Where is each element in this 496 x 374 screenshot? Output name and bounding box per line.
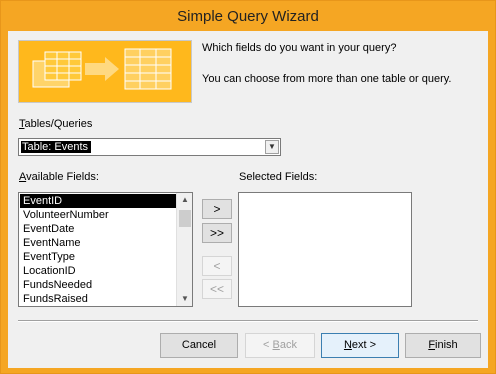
available-fields-scrollbar[interactable]: ▲ ▼ xyxy=(176,193,192,306)
window-title: Simple Query Wizard xyxy=(177,8,319,25)
available-fields-list[interactable]: EventID VolunteerNumber EventDate EventName… xyxy=(18,192,193,307)
next-button[interactable]: Next > xyxy=(321,333,399,358)
wizard-banner-illustration xyxy=(18,40,192,103)
add-field-button[interactable]: > xyxy=(202,199,232,219)
wizard-window: Simple Query Wizard Which fields do you … xyxy=(0,0,496,374)
list-item[interactable]: FundsRaised xyxy=(20,292,176,306)
remove-field-button[interactable]: < xyxy=(202,256,232,276)
selected-fields-list[interactable] xyxy=(238,192,412,307)
back-button[interactable]: < Back xyxy=(245,333,315,358)
remove-all-fields-button[interactable]: << xyxy=(202,279,232,299)
scroll-thumb[interactable] xyxy=(179,210,191,227)
intro-hint: You can choose from more than one table … xyxy=(202,73,452,85)
tables-queries-selected-value: Table: Events xyxy=(21,141,92,153)
footer-divider xyxy=(18,320,478,322)
list-item[interactable]: EventType xyxy=(20,250,176,264)
list-item[interactable]: EventDate xyxy=(20,222,176,236)
list-item[interactable]: EventID xyxy=(20,194,176,208)
cancel-button[interactable]: Cancel xyxy=(160,333,238,358)
list-item[interactable]: LocationID xyxy=(20,264,176,278)
intro-question: Which fields do you want in your query? xyxy=(202,42,397,54)
list-item[interactable]: EventName xyxy=(20,236,176,250)
available-fields-label: Available Fields: xyxy=(19,171,99,183)
add-all-fields-button[interactable]: >> xyxy=(202,223,232,243)
tables-queries-combobox[interactable]: Table: Events ▼ xyxy=(18,138,281,156)
chevron-down-icon[interactable]: ▼ xyxy=(265,140,279,154)
list-item[interactable]: FundsNeeded xyxy=(20,278,176,292)
selected-fields-label: Selected Fields: xyxy=(239,171,318,183)
finish-button[interactable]: Finish xyxy=(405,333,481,358)
tables-queries-label: Tables/Queries xyxy=(19,118,93,130)
wizard-body: Which fields do you want in your query? … xyxy=(8,31,488,368)
scroll-down-icon[interactable]: ▼ xyxy=(177,292,192,306)
list-item[interactable]: VolunteerNumber xyxy=(20,208,176,222)
scroll-up-icon[interactable]: ▲ xyxy=(177,193,192,207)
